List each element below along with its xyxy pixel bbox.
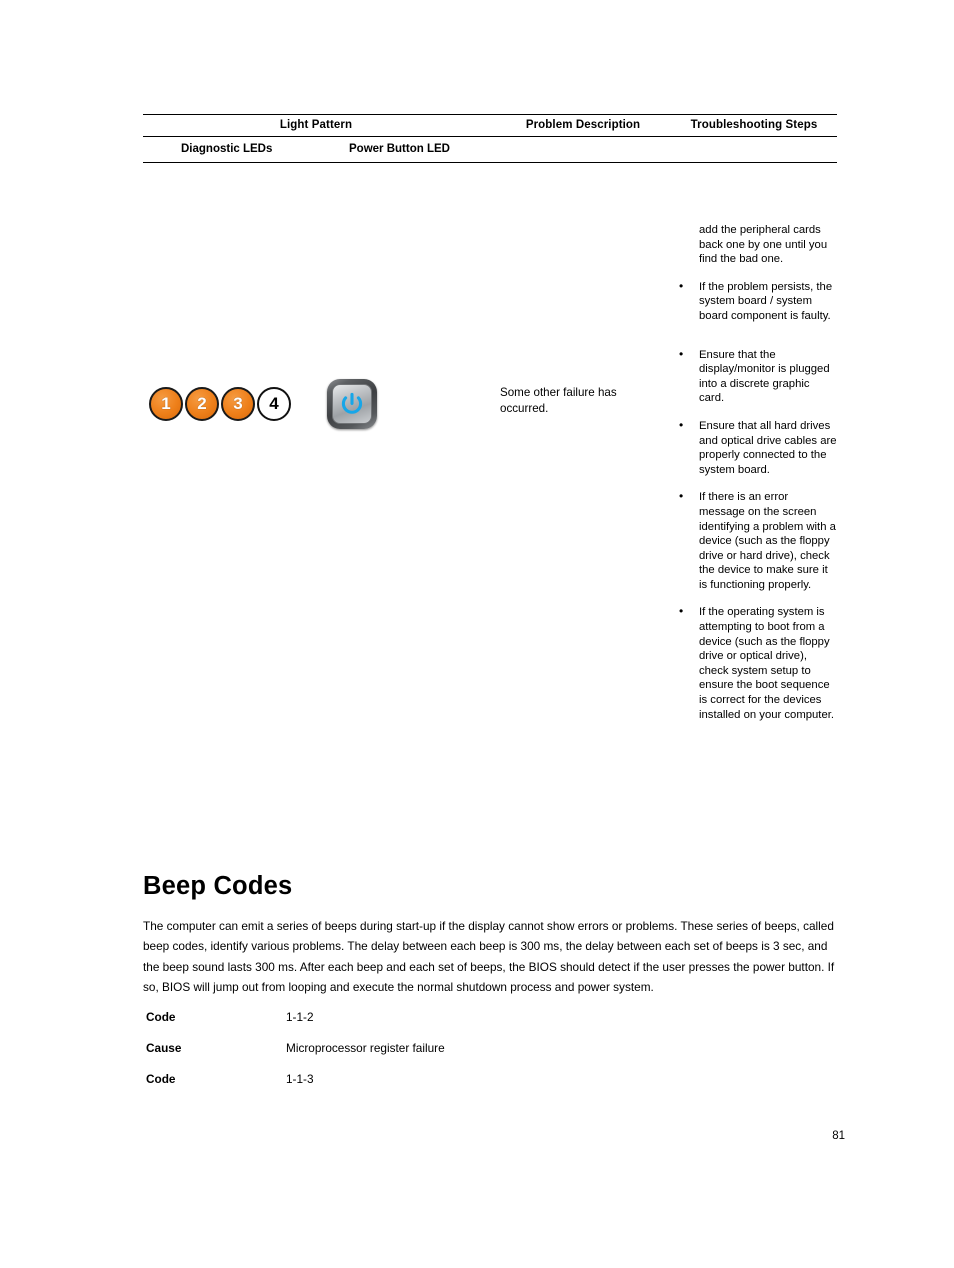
cell-light-pattern: 1 2 3 4 [143, 163, 495, 722]
bullet-icon: • [679, 417, 684, 432]
power-button-led-icon [327, 379, 377, 429]
bullet-icon: • [679, 604, 684, 619]
diagnostic-led-3-label: 3 [233, 394, 243, 413]
definition-row: Cause Microprocessor register failure [146, 1041, 746, 1072]
list-item: • Ensure that all hard drives and optica… [671, 417, 837, 477]
bullet-icon: • [679, 346, 684, 361]
definition-term: Cause [146, 1041, 182, 1055]
page-number: 81 [832, 1130, 845, 1142]
column-header-light-pattern: Light Pattern [279, 119, 353, 131]
step-continuation-text: add the peripheral cards back one by one… [699, 224, 828, 266]
table-row: 1 2 3 4 Some other failure has occurred.… [143, 163, 837, 722]
list-item: • Ensure that the display/monitor is plu… [671, 346, 837, 406]
diagnostic-led-1-label: 1 [161, 394, 171, 413]
cell-problem-description: Some other failure has occurred. [495, 163, 671, 722]
definition-row: Code 1-1-3 [146, 1072, 746, 1103]
definition-term: Code [146, 1072, 176, 1086]
list-item-text: If the problem persists, the system boar… [699, 280, 833, 322]
power-symbol-icon [341, 392, 363, 414]
column-header-troubleshooting-steps: Troubleshooting Steps [690, 119, 818, 131]
table-header-row: Light Pattern Problem Description Troubl… [143, 115, 837, 136]
diagnostic-led-1: 1 [149, 387, 183, 421]
list-item-text: If there is an error message on the scre… [699, 491, 836, 591]
list-item-text: Ensure that the display/monitor is plugg… [699, 348, 830, 405]
list-item-text: If the operating system is attempting to… [699, 606, 835, 721]
diagnostic-led-4: 4 [257, 387, 291, 421]
section-heading-beep-codes: Beep Codes [143, 872, 293, 901]
definition-term: Code [146, 1010, 176, 1024]
power-button-face [332, 384, 372, 424]
list-item-text: Ensure that all hard drives and optical … [699, 419, 837, 476]
beep-codes-definition-list: Code 1-1-2 Cause Microprocessor register… [146, 1010, 746, 1103]
diagnostics-table: Light Pattern Problem Description Troubl… [143, 114, 837, 722]
definition-value: Microprocessor register failure [286, 1041, 445, 1055]
diagnostic-led-2-label: 2 [197, 394, 207, 413]
list-item: • If there is an error message on the sc… [671, 489, 837, 592]
definition-value: 1-1-2 [286, 1010, 314, 1024]
diagnostic-led-4-label: 4 [269, 394, 279, 413]
column-subheader-diagnostic-leds: Diagnostic LEDs [181, 143, 273, 155]
diagnostic-led-cluster: 1 2 3 4 [149, 387, 293, 421]
definition-row: Code 1-1-2 [146, 1010, 746, 1041]
cell-troubleshooting-steps: add the peripheral cards back one by one… [671, 163, 837, 722]
list-item: • If the operating system is attempting … [671, 604, 837, 722]
troubleshooting-steps-list: add the peripheral cards back one by one… [671, 163, 837, 722]
document-page: Light Pattern Problem Description Troubl… [0, 0, 954, 1268]
definition-value: 1-1-3 [286, 1072, 314, 1086]
bullet-icon: • [679, 278, 684, 293]
beep-codes-paragraph: The computer can emit a series of beeps … [143, 918, 835, 995]
diagnostic-led-2: 2 [185, 387, 219, 421]
table-subheader-row: Diagnostic LEDs Power Button LED [143, 137, 837, 162]
bullet-icon: • [679, 489, 684, 504]
column-header-problem-description: Problem Description [525, 119, 641, 131]
list-item: • If the problem persists, the system bo… [671, 278, 837, 324]
problem-description-text: Some other failure has occurred. [500, 386, 617, 415]
column-subheader-power-button-led: Power Button LED [349, 143, 450, 155]
diagnostic-led-3: 3 [221, 387, 255, 421]
